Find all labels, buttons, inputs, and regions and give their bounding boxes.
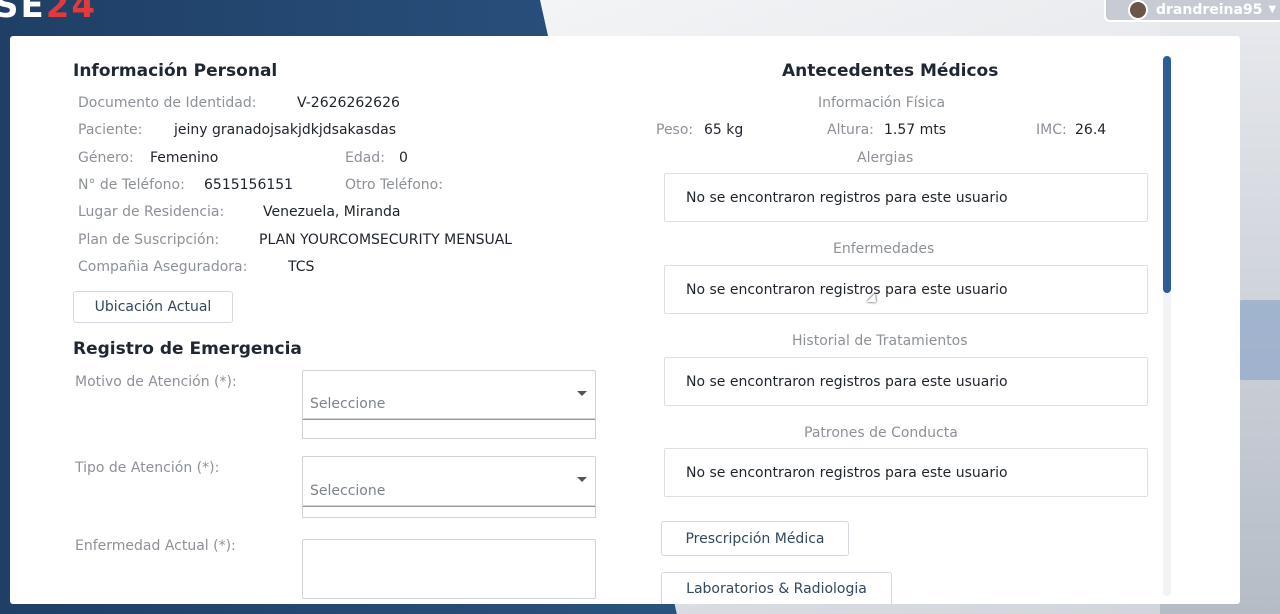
emergency-title: Registro de Emergencia <box>73 339 302 359</box>
behavior-records: No se encontraron registros para este us… <box>664 448 1148 497</box>
treatments-records: No se encontraron registros para este us… <box>664 357 1148 406</box>
type-select[interactable]: Seleccione <box>302 456 596 506</box>
medical-history-title: Antecedentes Médicos <box>782 61 999 81</box>
diseases-records: No se encontraron registros para este us… <box>664 265 1148 314</box>
document-label: Documento de Identidad: <box>78 95 257 111</box>
document-value: V-2626262626 <box>297 95 400 111</box>
bmi-label: IMC: <box>1036 122 1067 138</box>
labs-radiology-button[interactable]: Laboratorios & Radiologia <box>661 572 892 604</box>
logo-number: 24 <box>45 0 98 26</box>
plan-value: PLAN YOURCOMSECURITY MENSUAL <box>259 232 513 248</box>
plan-label: Plan de Suscripción: <box>78 232 220 248</box>
reason-input-underline[interactable] <box>302 419 596 439</box>
reason-label: Motivo de Atención (*): <box>75 374 237 390</box>
patient-value: jeiny granadojsakjdkjdsakasdas <box>174 122 397 138</box>
phone-label: N° de Teléfono: <box>78 177 185 193</box>
phone-value: 6515156151 <box>204 177 294 193</box>
patient-card: Información Personal Documento de Identi… <box>10 36 1240 604</box>
logo-text: SE <box>0 0 46 26</box>
allergies-heading: Alergias <box>857 150 914 166</box>
current-location-button[interactable]: Ubicación Actual <box>73 291 233 323</box>
illness-label: Enfermedad Actual (*): <box>75 538 236 554</box>
chevron-down-icon <box>577 477 587 482</box>
gender-value: Femenino <box>150 150 219 166</box>
patient-label: Paciente: <box>78 122 143 138</box>
reason-select[interactable]: Seleccione <box>302 370 596 419</box>
scrollbar-thumb[interactable] <box>1163 56 1171 293</box>
avatar <box>1128 0 1148 20</box>
allergies-records: No se encontraron registros para este us… <box>664 173 1148 222</box>
height-value: 1.57 mts <box>884 122 947 138</box>
weight-label: Peso: <box>656 122 694 138</box>
prescription-button[interactable]: Prescripción Médica <box>661 521 849 556</box>
type-input-underline[interactable] <box>302 506 596 518</box>
user-menu[interactable]: drandreina95 ▼ <box>1104 0 1280 22</box>
height-label: Altura: <box>827 122 874 138</box>
scrollbar[interactable] <box>1163 56 1171 596</box>
age-value: 0 <box>399 150 408 166</box>
weight-value: 65 kg <box>704 122 744 138</box>
illness-textarea[interactable] <box>302 539 596 599</box>
reason-select-value: Seleccione <box>310 396 386 412</box>
insurer-label: Compañia Aseguradora: <box>78 259 248 275</box>
type-label: Tipo de Atención (*): <box>75 460 220 476</box>
app-logo[interactable]: SE24 <box>0 0 97 26</box>
other-phone-label: Otro Teléfono: <box>345 177 443 193</box>
residence-label: Lugar de Residencia: <box>78 204 225 220</box>
user-name: drandreina95 <box>1156 2 1263 18</box>
age-label: Edad: <box>345 150 385 166</box>
diseases-heading: Enfermedades <box>833 241 935 257</box>
bmi-value: 26.4 <box>1075 122 1107 138</box>
personal-info-title: Información Personal <box>73 61 278 81</box>
type-select-value: Seleccione <box>310 483 386 499</box>
behavior-heading: Patrones de Conducta <box>804 425 958 441</box>
gender-label: Género: <box>78 150 134 166</box>
residence-value: Venezuela, Miranda <box>263 204 401 220</box>
insurer-value: TCS <box>288 259 315 275</box>
physical-info-heading: Información Física <box>818 95 946 111</box>
treatments-heading: Historial de Tratamientos <box>792 333 968 349</box>
background-detail <box>1235 300 1280 380</box>
chevron-down-icon: ▼ <box>1268 3 1277 15</box>
chevron-down-icon <box>577 391 587 396</box>
